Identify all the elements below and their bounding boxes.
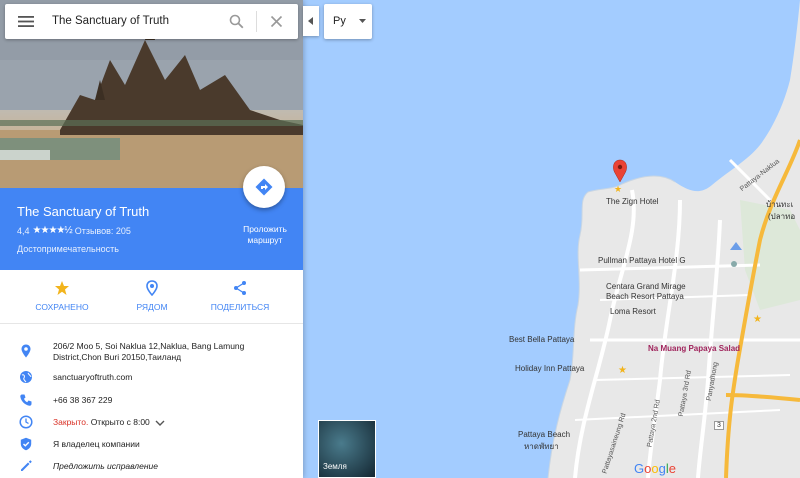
earth-view-toggle[interactable]: Земля [318, 420, 376, 478]
collapse-panel-button[interactable] [303, 6, 319, 36]
directions-button[interactable] [243, 166, 285, 208]
pencil-icon [21, 460, 32, 471]
map-label-na-muang[interactable]: Na Muang Papaya Salad [648, 344, 740, 353]
phone-number: +66 38 367 229 [53, 395, 113, 405]
map-label-pullman[interactable]: Pullman Pattaya Hotel G [598, 256, 686, 265]
map-label-loma[interactable]: Loma Resort [610, 307, 656, 316]
directions-icon [255, 178, 273, 196]
place-actions: СОХРАНЕНО РЯДОМ ПОДЕЛИТЬСЯ [0, 270, 303, 324]
svg-text:★: ★ [753, 314, 762, 325]
search-divider [256, 11, 257, 32]
google-logo: Google [634, 461, 676, 476]
svg-text:★: ★ [614, 185, 622, 195]
svg-text:★: ★ [618, 365, 627, 376]
hours-next: Открыто с 8:00 [90, 417, 150, 427]
dropdown-arrow-icon [359, 19, 366, 23]
route-label[interactable]: Проложить маршрут [232, 224, 298, 246]
address-text: 206/2 Moo 5, Soi Naklua 12,Naklua, Bang … [53, 341, 245, 362]
chevron-down-icon[interactable] [155, 419, 165, 427]
rating-stars: ★★★★½ [32, 225, 73, 236]
search-box: The Sanctuary of Truth [5, 4, 298, 39]
map-label-centara[interactable]: Centara Grand Mirage [606, 282, 686, 291]
language-select[interactable]: Ру [324, 4, 372, 39]
phone-icon [20, 394, 32, 406]
location-pin-icon [21, 344, 31, 358]
map-label-pattaya-beach-thai: หาดพัทยา [524, 442, 559, 451]
close-icon[interactable] [270, 15, 283, 28]
map-route-shield: 3 [714, 421, 724, 430]
hours-status: Закрыто. [53, 417, 89, 427]
map-label-pattaya-beach[interactable]: Pattaya Beach [518, 430, 570, 439]
nearby-label: РЯДОМ [136, 302, 168, 312]
website-link[interactable]: sanctuaryoftruth.com [53, 372, 283, 383]
owner-link[interactable]: Я владелец компании [53, 439, 283, 450]
hours-text: Закрыто. Открыто с 8:00 [53, 417, 283, 428]
nearby-button[interactable]: РЯДОМ [107, 280, 197, 312]
nearby-pin-icon [146, 280, 158, 296]
search-icon[interactable] [229, 14, 244, 29]
language-value: Ру [333, 15, 346, 27]
clock-icon [19, 415, 33, 429]
chevron-left-icon [308, 17, 313, 25]
share-button[interactable]: ПОДЕЛИТЬСЯ [195, 280, 285, 312]
suggest-edit-link[interactable]: Предложить исправление [53, 461, 283, 472]
map-label-holiday-inn[interactable]: Holiday Inn Pattaya [515, 364, 584, 373]
earth-label: Земля [323, 462, 347, 471]
verified-shield-icon [20, 437, 32, 451]
search-input[interactable]: The Sanctuary of Truth [52, 15, 169, 27]
map-label-thai-area-2: (ปลาทอ [768, 212, 796, 221]
place-category[interactable]: Достопримечательность [17, 244, 119, 254]
globe-icon [20, 371, 32, 383]
share-label: ПОДЕЛИТЬСЯ [210, 302, 270, 312]
menu-icon[interactable] [18, 15, 34, 28]
save-button[interactable]: СОХРАНЕНО [17, 280, 107, 312]
share-icon [234, 281, 246, 295]
map-label-zign[interactable]: The Zign Hotel [606, 197, 658, 206]
place-sidebar: The Sanctuary of Truth 4,4 ★★★★½ Отзывов… [0, 0, 303, 478]
reviews-link[interactable]: Отзывов: 205 [75, 226, 131, 236]
map-label-bella[interactable]: Best Bella Pattaya [509, 335, 574, 344]
rating-value: 4,4 [17, 225, 30, 236]
star-icon [55, 281, 69, 295]
save-label: СОХРАНЕНО [35, 302, 89, 312]
rating-row: 4,4 ★★★★½ Отзывов: 205 [17, 225, 131, 236]
place-title: The Sanctuary of Truth [17, 204, 150, 219]
map-label-centara-2: Beach Resort Pattaya [606, 292, 684, 301]
